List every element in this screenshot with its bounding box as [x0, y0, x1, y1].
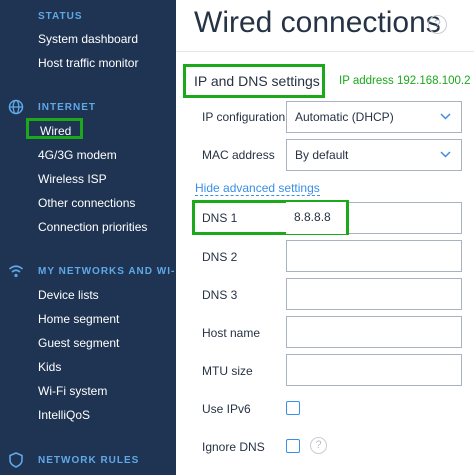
ip-configuration-value: Automatic (DHCP) — [295, 110, 394, 124]
mtu-size-input[interactable] — [286, 354, 462, 386]
ignore-dns-help-icon[interactable]: ? — [310, 437, 327, 454]
section-heading-network-rules-label: NETWORK RULES — [38, 454, 140, 466]
sidebar-item-guest-segment[interactable]: Guest segment — [38, 336, 119, 350]
page-help-icon[interactable]: ? — [428, 15, 447, 34]
sidebar-item-system-dashboard[interactable]: System dashboard — [38, 32, 138, 46]
use-ipv6-label: Use IPv6 — [202, 402, 251, 416]
sidebar-item-other-connections[interactable]: Other connections — [38, 196, 135, 210]
dns3-label: DNS 3 — [202, 288, 238, 302]
chevron-down-icon — [440, 151, 451, 158]
wifi-icon — [7, 262, 25, 280]
sidebar-item-device-lists[interactable]: Device lists — [38, 288, 99, 302]
section-title-ip-dns: IP and DNS settings — [183, 64, 325, 98]
hostname-input[interactable] — [286, 316, 462, 348]
dns2-input[interactable] — [286, 240, 462, 272]
hostname-label: Host name — [202, 326, 261, 340]
ip-configuration-select[interactable]: Automatic (DHCP) — [286, 101, 462, 133]
dns3-input[interactable] — [286, 278, 462, 310]
section-heading-status-label: STATUS — [38, 10, 83, 22]
sidebar-item-wi-fi-system[interactable]: Wi-Fi system — [38, 384, 107, 398]
sidebar-item-4g-3g-modem[interactable]: 4G/3G modem — [38, 148, 117, 162]
hide-advanced-settings-link[interactable]: Hide advanced settings — [195, 182, 320, 196]
dns1-label: DNS 1 — [202, 211, 238, 225]
mac-address-value: By default — [295, 148, 349, 162]
shield-icon — [7, 451, 25, 469]
ip-configuration-label: IP configuration — [202, 110, 286, 124]
dns2-label: DNS 2 — [202, 250, 238, 264]
mac-address-label: MAC address — [202, 148, 275, 162]
section-heading-internet-label: INTERNET — [38, 101, 96, 113]
use-ipv6-checkbox[interactable] — [286, 401, 300, 415]
sidebar-item-wireless-isp[interactable]: Wireless ISP — [38, 172, 107, 186]
sidebar-item-connection-priorities[interactable]: Connection priorities — [38, 220, 147, 234]
page-title: Wired connections — [194, 6, 441, 39]
sidebar: STATUS System dashboard Host traffic mon… — [0, 0, 176, 475]
dns1-input[interactable]: 8.8.8.8 — [286, 202, 346, 234]
globe-icon — [7, 98, 25, 116]
sidebar-item-home-segment[interactable]: Home segment — [38, 312, 119, 326]
ignore-dns-label: Ignore DNS — [202, 440, 265, 454]
mtu-size-label: MTU size — [202, 364, 253, 378]
mac-address-select[interactable]: By default — [286, 139, 462, 171]
ip-address-text: IP address 192.168.100.2 — [339, 75, 471, 87]
section-heading-networks-label: MY NETWORKS AND WI-FI — [38, 265, 176, 277]
ignore-dns-checkbox[interactable] — [286, 439, 300, 453]
sidebar-item-intelliqos[interactable]: IntelliQoS — [38, 408, 90, 422]
sidebar-item-wired[interactable]: Wired — [26, 118, 84, 139]
title-divider — [176, 51, 474, 52]
sidebar-item-host-traffic-monitor[interactable]: Host traffic monitor — [38, 56, 138, 70]
dns1-input-extension[interactable] — [349, 202, 462, 234]
chevron-down-icon — [440, 113, 451, 120]
sidebar-item-kids[interactable]: Kids — [38, 360, 61, 374]
